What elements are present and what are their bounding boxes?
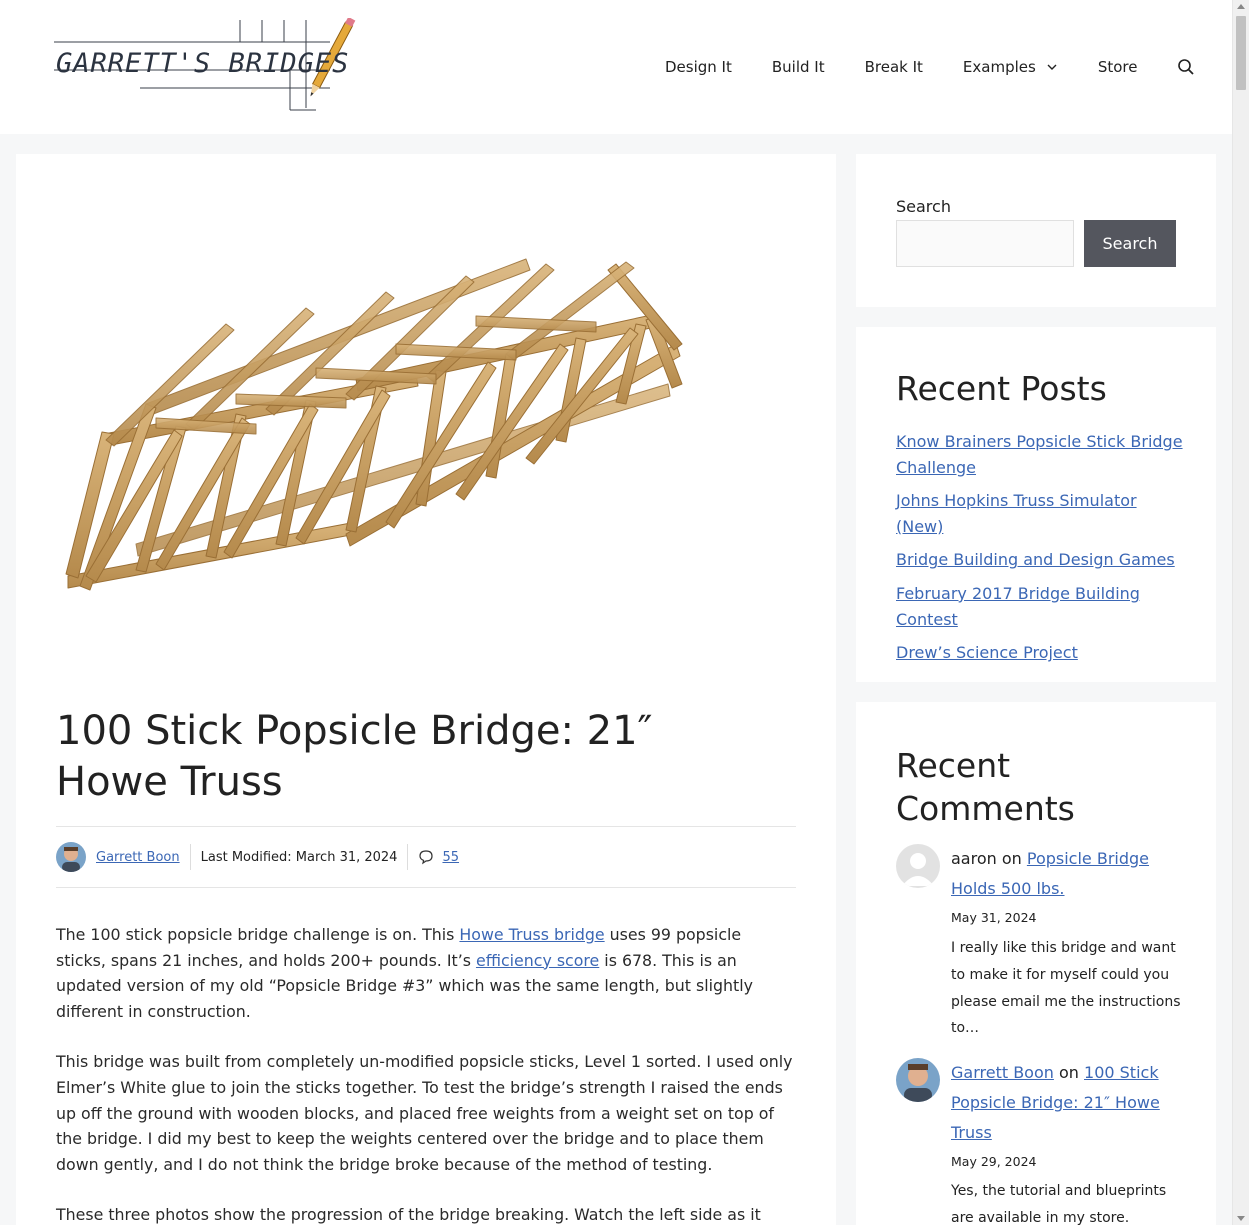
recent-posts-list: Know Brainers Popsicle Stick Bridge Chal…: [896, 429, 1186, 674]
comment-author: aaron: [951, 849, 997, 868]
commenter-avatar: [896, 1058, 940, 1102]
bridge-image: [65, 258, 683, 591]
text-span: The 100 stick popsicle bridge challenge …: [56, 925, 460, 944]
commenter-avatar: [896, 844, 940, 888]
recent-post-link[interactable]: Know Brainers Popsicle Stick Bridge Chal…: [896, 432, 1183, 477]
site-header: GARRETT'S BRIDGES Design It Build It Bre…: [0, 0, 1232, 134]
recent-comments-widget: Recent Comments aaron on Popsicle Bridge…: [856, 702, 1216, 1225]
recent-post-link[interactable]: Johns Hopkins Truss Simulator (New): [896, 491, 1137, 536]
howe-truss-link[interactable]: Howe Truss bridge: [459, 925, 604, 944]
paragraph: These three photos show the progression …: [56, 1205, 761, 1225]
comment-on: on: [996, 849, 1027, 868]
recent-posts-title: Recent Posts: [896, 369, 1107, 408]
comment-author-link[interactable]: Garrett Boon: [951, 1063, 1054, 1082]
post-article: 100 Stick Popsicle Bridge: 21″ Howe Trus…: [16, 154, 836, 1225]
comment-excerpt: I really like this bridge and want to ma…: [951, 940, 1181, 1037]
nav-design-it[interactable]: Design It: [665, 58, 732, 76]
post-content: The 100 stick popsicle bridge challenge …: [56, 922, 796, 1225]
meta-divider: [189, 844, 191, 870]
main-nav: Design It Build It Break It Examples Sto…: [665, 58, 1195, 76]
comment-heading: aaron on Popsicle Bridge Holds 500 lbs.: [951, 844, 1191, 904]
list-item: Drew’s Science Project: [896, 640, 1186, 666]
last-modified: Last Modified: March 31, 2024: [200, 849, 398, 865]
list-item: Know Brainers Popsicle Stick Bridge Chal…: [896, 429, 1186, 480]
recent-post-link[interactable]: Bridge Building and Design Games: [896, 550, 1175, 569]
search-widget: Search Search: [856, 154, 1216, 307]
recent-post-link[interactable]: February 2017 Bridge Building Contest: [896, 584, 1140, 629]
author-link[interactable]: Garrett Boon: [96, 850, 180, 865]
logo-text: GARRETT'S BRIDGES: [56, 48, 350, 79]
nav-build-it[interactable]: Build It: [772, 58, 825, 76]
list-item: Bridge Building and Design Games: [896, 547, 1186, 573]
paragraph: The 100 stick popsicle bridge challenge …: [56, 922, 796, 1024]
meta-divider: [407, 844, 409, 870]
comment-excerpt: Yes, the tutorial and blueprints are ava…: [951, 1183, 1167, 1225]
search-label: Search: [896, 197, 951, 216]
search-button[interactable]: Search: [1084, 220, 1176, 267]
nav-examples[interactable]: Examples: [963, 58, 1058, 76]
nav-break-it[interactable]: Break It: [865, 58, 923, 76]
list-item: February 2017 Bridge Building Contest: [896, 581, 1186, 632]
comments-count-link[interactable]: 55: [442, 850, 459, 865]
comment-heading: Garrett Boon on 100 Stick Popsicle Bridg…: [951, 1058, 1191, 1148]
comment-date: May 31, 2024: [951, 910, 1037, 925]
comment-on: on: [1053, 1063, 1085, 1082]
comment-date: May 29, 2024: [951, 1154, 1037, 1169]
comment-icon: [419, 850, 434, 865]
author-avatar: [56, 842, 86, 872]
post-title: 100 Stick Popsicle Bridge: 21″ Howe Trus…: [56, 708, 653, 805]
scroll-up-arrow-icon[interactable]: [1237, 4, 1245, 9]
recent-post-link[interactable]: Drew’s Science Project: [896, 643, 1078, 662]
recent-comments-title: Recent Comments: [896, 746, 1075, 828]
site-logo[interactable]: GARRETT'S BRIDGES: [54, 16, 364, 116]
recent-posts-widget: Recent Posts Know Brainers Popsicle Stic…: [856, 327, 1216, 682]
post-meta: Garrett Boon Last Modified: March 31, 20…: [56, 826, 796, 888]
nav-examples-label: Examples: [962, 58, 1036, 76]
search-icon[interactable]: [1177, 58, 1195, 76]
paragraph: This bridge was built from completely un…: [56, 1052, 793, 1174]
efficiency-score-link[interactable]: efficiency score: [476, 951, 599, 970]
list-item: Johns Hopkins Truss Simulator (New): [896, 488, 1186, 539]
scroll-down-arrow-icon[interactable]: [1237, 1216, 1245, 1221]
scroll-thumb[interactable]: [1236, 16, 1246, 90]
nav-store[interactable]: Store: [1098, 58, 1138, 76]
chevron-down-icon: [1047, 64, 1057, 70]
page-scrollbar[interactable]: [1232, 0, 1249, 1225]
search-input[interactable]: [896, 220, 1074, 267]
